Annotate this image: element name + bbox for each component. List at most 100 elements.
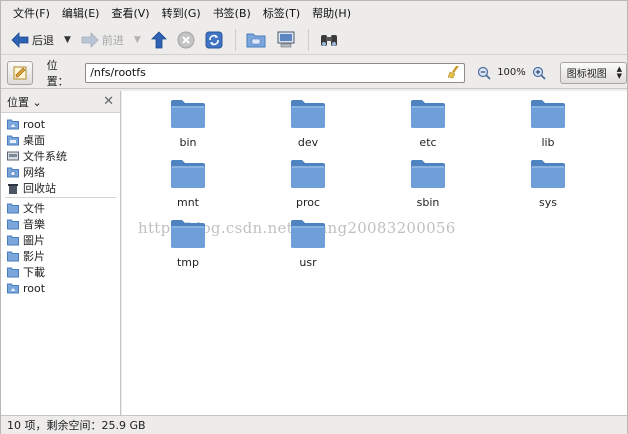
home-button[interactable] [242,28,270,52]
up-arrow-icon [150,30,167,48]
toolbar: 后退 ▼ 前进 ▼ [1,25,627,55]
side-pane: 位置 ⌄ ✕ root 桌面 文件系统 网络 回收站 文件 音樂 圖片 影片 下載 root [1,91,121,415]
folder-name: mnt [177,196,199,209]
folder-item[interactable]: tmp [148,219,228,269]
folder-item[interactable]: lib [508,99,588,149]
folder-item[interactable]: mnt [148,159,228,209]
home-folder-icon [7,283,19,294]
folder-item[interactable]: usr [268,219,348,269]
back-arrow-icon [11,31,29,48]
sidebar-item[interactable]: root [1,280,120,296]
view-mode-select[interactable]: 图标视图 ▲ ▼ [559,61,627,84]
menu-go[interactable]: 转到(G) [156,3,207,23]
clear-location-button[interactable] [447,65,461,82]
folder-icon [290,219,326,252]
stop-icon [177,31,195,48]
folder-item[interactable]: dev [268,99,348,149]
up-button[interactable] [147,28,171,52]
folder-icon [7,235,19,246]
stop-button[interactable] [173,28,199,52]
side-pane-header: 位置 ⌄ ✕ [1,91,120,113]
network-icon [7,167,19,178]
back-history-dropdown[interactable]: ▼ [64,35,71,45]
folder-icon [7,251,19,262]
sidebar-item[interactable]: 下載 [1,264,120,280]
forward-button[interactable]: 前进 [77,28,128,52]
folder-icon [170,99,206,132]
back-button[interactable]: 后退 [7,28,58,52]
spin-arrows-icon: ▲ ▼ [616,64,622,80]
status-bar: 10 项，剩余空间：25.9 GB [1,415,627,434]
broom-icon [447,65,460,78]
forward-history-dropdown[interactable]: ▼ [134,35,141,45]
edit-location-icon [13,66,27,79]
sidebar-item[interactable]: 网络 [1,164,120,180]
sidebar-item[interactable]: root [1,116,120,132]
menu-view[interactable]: 查看(V) [105,3,155,23]
zoom-out-button[interactable] [477,66,491,80]
folder-icon [7,203,19,214]
sidebar-item[interactable]: 音樂 [1,216,120,232]
sidebar-item-label: 音樂 [23,218,45,231]
computer-icon [277,31,295,47]
zoom-in-button[interactable] [532,66,546,80]
folder-icon [7,219,19,230]
folder-item[interactable]: sys [508,159,588,209]
folder-name: sbin [416,196,440,209]
back-label: 后退 [32,33,54,47]
folder-name: etc [419,136,437,149]
home-folder-icon [7,119,19,130]
sidebar-item-label: 回收站 [23,182,56,195]
close-icon[interactable]: ✕ [103,94,114,109]
sidebar-item-label: 影片 [23,250,45,263]
folder-name: usr [299,256,317,269]
sidebar-item-label: root [23,281,46,295]
sidebar-separator [5,197,116,198]
computer-button[interactable] [272,28,300,52]
menu-edit[interactable]: 编辑(E) [56,3,106,23]
sidebar-item-label: 文件 [23,202,45,215]
sidebar-item[interactable]: 影片 [1,248,120,264]
menu-tabs[interactable]: 标签(T) [257,3,306,23]
side-pane-title: 位置 [7,95,29,109]
reload-button[interactable] [201,28,227,52]
location-label: 位置： [46,58,69,88]
menu-bar: 文件(F) 编辑(E) 查看(V) 转到(G) 书签(B) 标签(T) 帮助(H… [1,3,627,23]
sidebar-item-label: root [23,117,46,131]
chevron-down-icon: ⌄ [32,95,42,109]
folder-item[interactable]: sbin [388,159,468,209]
menu-bookmarks[interactable]: 书签(B) [207,3,257,23]
zoom-in-icon [532,66,546,80]
location-edit-toggle[interactable] [7,60,33,85]
search-button[interactable] [315,28,343,52]
sidebar-item[interactable]: 文件 [1,200,120,216]
sidebar-item-label: 网络 [23,166,45,179]
folder-item[interactable]: etc [388,99,468,149]
folder-item[interactable]: proc [268,159,348,209]
sidebar-item[interactable]: 桌面 [1,132,120,148]
binoculars-icon [320,34,337,46]
zoom-level[interactable]: 100% [497,67,526,78]
folder-icon [410,99,446,132]
view-mode-label: 图标视图 [566,69,607,80]
folder-icon [410,159,446,192]
sidebar-item[interactable]: 文件系统 [1,148,120,164]
desktop-icon [7,135,19,146]
sidebar-item-label: 文件系统 [23,150,67,163]
harddisk-icon [7,151,19,162]
menu-help[interactable]: 帮助(H) [306,3,357,23]
folder-icon [290,159,326,192]
folder-name: lib [541,136,555,149]
icon-view: http://blog.csdn.net/huang20083200056 bi… [122,91,627,415]
folder-icon [290,99,326,132]
folder-name: bin [179,136,197,149]
folder-name: tmp [176,256,199,269]
toolbar-separator [234,28,236,51]
sidebar-item[interactable]: 圖片 [1,232,120,248]
side-pane-selector[interactable]: 位置 ⌄ [7,94,42,110]
menu-file[interactable]: 文件(F) [7,3,56,23]
folder-item[interactable]: bin [148,99,228,149]
location-input[interactable] [85,62,466,83]
sidebar-item-label: 下載 [23,266,45,279]
sidebar-item[interactable]: 回收站 [1,180,120,196]
